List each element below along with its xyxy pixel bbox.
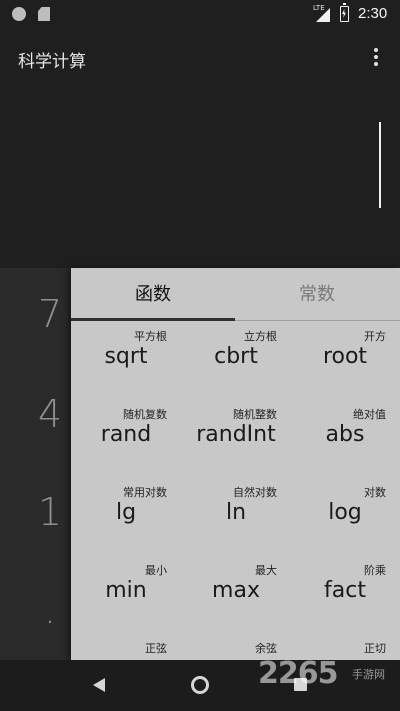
tab-constants[interactable]: 常数 bbox=[235, 268, 399, 321]
func-label: min bbox=[105, 578, 147, 603]
func-sub-label: 平方根 bbox=[134, 330, 167, 343]
func-rand-button[interactable]: 随机复数 rand bbox=[71, 400, 181, 478]
func-sub-label: 自然对数 bbox=[233, 486, 277, 499]
more-vert-icon[interactable] bbox=[368, 46, 384, 68]
text-cursor bbox=[379, 122, 381, 208]
app-bar: 科学计算 bbox=[0, 28, 400, 86]
func-fact-button[interactable]: 阶乘 fact bbox=[290, 556, 400, 634]
watermark-logo: 2265 bbox=[258, 656, 338, 691]
key-7[interactable]: 7 bbox=[30, 292, 70, 336]
func-log-button[interactable]: 对数 log bbox=[290, 478, 400, 556]
func-label: rand bbox=[100, 422, 152, 447]
func-cbrt-button[interactable]: 立方根 cbrt bbox=[181, 322, 291, 400]
func-label: randInt bbox=[196, 422, 276, 447]
expression-display[interactable] bbox=[0, 86, 400, 268]
notification-dot-icon bbox=[12, 7, 26, 21]
func-label: lg bbox=[115, 500, 137, 525]
func-root-button[interactable]: 开方 root bbox=[290, 322, 400, 400]
func-label: ln bbox=[225, 500, 247, 525]
func-label: fact bbox=[324, 578, 366, 603]
home-icon[interactable] bbox=[191, 676, 209, 694]
func-sub-label: 正弦 bbox=[145, 642, 167, 655]
function-panel: 函数 常数 平方根 sqrt 立方根 cbrt 开方 root 随机复数 rand 随机… bbox=[71, 268, 400, 660]
func-ln-button[interactable]: 自然对数 ln bbox=[181, 478, 291, 556]
func-sub-label: 余弦 bbox=[255, 642, 277, 655]
func-sub-label: 随机复数 bbox=[123, 408, 167, 421]
navigation-bar bbox=[0, 660, 400, 711]
func-label: abs bbox=[325, 422, 365, 447]
func-label: root bbox=[322, 344, 368, 369]
app-title: 科学计算 bbox=[18, 52, 86, 72]
func-sub-label: 正切 bbox=[364, 642, 386, 655]
back-icon[interactable] bbox=[93, 678, 105, 692]
func-label: log bbox=[328, 500, 362, 525]
func-label: cbrt bbox=[214, 344, 258, 369]
battery-charging-icon bbox=[340, 3, 349, 22]
func-sin-button[interactable]: 正弦 bbox=[71, 634, 181, 660]
watermark-sub: 手游网 bbox=[352, 668, 385, 681]
tab-functions[interactable]: 函数 bbox=[71, 268, 235, 321]
func-randint-button[interactable]: 随机整数 randInt bbox=[181, 400, 291, 478]
func-lg-button[interactable]: 常用对数 lg bbox=[71, 478, 181, 556]
signal-icon bbox=[316, 8, 330, 22]
func-label: max bbox=[212, 578, 260, 603]
func-abs-button[interactable]: 绝对值 abs bbox=[290, 400, 400, 478]
func-sub-label: 开方 bbox=[364, 330, 386, 343]
func-sub-label: 立方根 bbox=[244, 330, 277, 343]
func-sub-label: 常用对数 bbox=[123, 486, 167, 499]
func-sub-label: 阶乘 bbox=[364, 564, 386, 577]
func-min-button[interactable]: 最小 min bbox=[71, 556, 181, 634]
panel-tabs: 函数 常数 bbox=[71, 268, 400, 321]
func-sqrt-button[interactable]: 平方根 sqrt bbox=[71, 322, 181, 400]
func-sub-label: 对数 bbox=[364, 486, 386, 499]
tab-indicator bbox=[71, 318, 235, 321]
func-label: sqrt bbox=[104, 344, 148, 369]
key-decimal[interactable]: . bbox=[30, 588, 70, 632]
func-sub-label: 绝对值 bbox=[353, 408, 386, 421]
status-time: 2:30 bbox=[358, 5, 388, 22]
func-max-button[interactable]: 最大 max bbox=[181, 556, 291, 634]
func-sub-label: 最小 bbox=[145, 564, 167, 577]
key-4[interactable]: 4 bbox=[30, 392, 70, 436]
sd-card-icon bbox=[38, 7, 50, 21]
status-bar: LTE 2:30 bbox=[0, 0, 400, 28]
func-sub-label: 随机整数 bbox=[233, 408, 277, 421]
key-1[interactable]: 1 bbox=[30, 490, 70, 534]
func-sub-label: 最大 bbox=[255, 564, 277, 577]
